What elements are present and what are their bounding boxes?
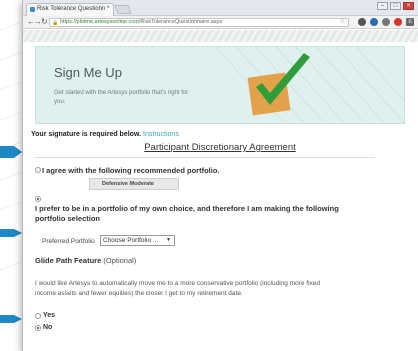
- glide-path-description: I would like Artesys to automatically mo…: [35, 280, 321, 297]
- glide-path-optional: (Optional): [103, 256, 137, 265]
- browser-tab[interactable]: Risk Tolerance Questionn ×: [26, 3, 114, 16]
- agreement-title: Participant Discretionary Agreement: [144, 142, 296, 153]
- preferred-portfolio-value: Choose Portfolio ...: [103, 237, 159, 244]
- option-own-choice-label: I prefer to be in a portfolio of my own …: [35, 204, 339, 223]
- page-content: Sign Me Up Get started with the Artesys …: [23, 30, 418, 351]
- radio-own-choice[interactable]: [35, 196, 41, 202]
- new-tab-button[interactable]: [114, 5, 132, 14]
- radio-no[interactable]: [35, 325, 41, 331]
- radio-recommended[interactable]: [35, 167, 41, 173]
- url-path: /RiskToleranceQuestionnaire.aspx: [138, 19, 223, 25]
- instructions-link[interactable]: Instructions: [143, 131, 179, 138]
- tab-title: Risk Tolerance Questionn: [37, 6, 106, 12]
- signature-required-label: Your signature is required below.: [31, 131, 142, 138]
- arrow-marker-3: [0, 315, 22, 323]
- hero-pattern: [215, 47, 404, 123]
- address-bar[interactable]: 🔒 https://plotme.artesysonline.com/RiskT…: [49, 18, 349, 27]
- preferred-portfolio-select[interactable]: Choose Portfolio ... ▼: [100, 235, 175, 246]
- option-recommended-label: I agree with the following recommended p…: [42, 166, 220, 175]
- extension-icon-3[interactable]: [382, 18, 390, 26]
- header-band: [23, 30, 418, 42]
- extension-icon-1[interactable]: [358, 18, 366, 26]
- preferred-portfolio-label: Preferred Portfolio: [42, 238, 95, 245]
- hero-subtitle: Get started with the Artesys portfolio t…: [54, 90, 189, 105]
- maximize-button[interactable]: □: [390, 2, 401, 10]
- lock-icon: 🔒: [52, 20, 59, 26]
- page-favicon-icon: [30, 7, 35, 12]
- signature-required-text: Your signature is required below. Instru…: [31, 131, 179, 138]
- glide-path-title: Glide Path Feature (Optional): [35, 256, 136, 265]
- divider: [35, 157, 375, 158]
- recommended-portfolio-box: Defensive Moderate: [89, 178, 179, 190]
- yes-label: Yes: [43, 312, 56, 319]
- menu-icon[interactable]: ≡: [406, 18, 414, 26]
- tab-close-icon[interactable]: ×: [106, 5, 110, 11]
- close-window-button[interactable]: ×: [403, 2, 414, 10]
- bookmark-star-icon[interactable]: ☆: [340, 19, 345, 26]
- glide-path-title-text: Glide Path Feature: [35, 256, 102, 265]
- arrow-marker-2: [0, 229, 22, 237]
- minimize-button[interactable]: –: [377, 2, 388, 10]
- extension-icon-2[interactable]: [370, 18, 378, 26]
- hero-banner: Sign Me Up Get started with the Artesys …: [35, 46, 405, 124]
- arrow-marker-1: [0, 146, 22, 158]
- url-host: https://plotme.artesysonline.com: [60, 19, 139, 25]
- extension-icon-4[interactable]: [394, 18, 402, 26]
- extension-icons: ≡: [358, 18, 414, 26]
- radio-yes[interactable]: [35, 313, 41, 319]
- browser-toolbar: ← → ↻ 🔒 https://plotme.artesysonline.com…: [23, 16, 418, 29]
- browser-window: Risk Tolerance Questionn × – □ × ← → ↻ 🔒…: [22, 0, 418, 351]
- title-bar: Risk Tolerance Questionn × – □ ×: [23, 0, 418, 16]
- reload-icon[interactable]: ↻: [41, 18, 48, 26]
- hero-title: Sign Me Up: [54, 65, 122, 80]
- chevron-down-icon: ▼: [166, 237, 171, 243]
- window-controls: – □ ×: [377, 2, 414, 10]
- no-label: No: [43, 324, 53, 331]
- checkmark-icon: [247, 53, 310, 116]
